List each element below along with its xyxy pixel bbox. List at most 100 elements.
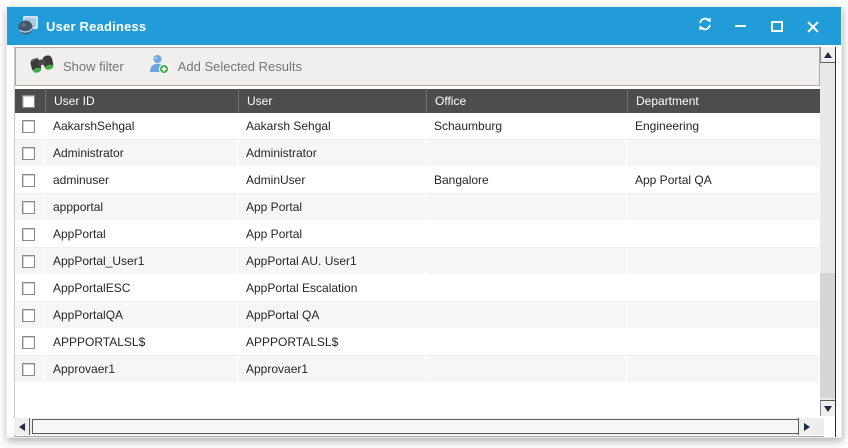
maximize-icon (771, 21, 783, 32)
scroll-up-button[interactable] (820, 47, 835, 63)
header-checkbox-cell (15, 89, 45, 113)
row-checkbox-cell (15, 113, 45, 139)
cell-user-id: AppPortalQA (45, 302, 238, 328)
refresh-icon (697, 16, 713, 37)
table-row[interactable]: AppPortalESCAppPortal Escalation (15, 275, 820, 302)
cell-office (426, 248, 627, 274)
row-checkbox-cell (15, 329, 45, 355)
arrow-left-icon (19, 423, 25, 431)
cell-department (627, 140, 820, 166)
content-frame-left-border (14, 47, 15, 437)
cell-user-id: AppPortal (45, 221, 238, 247)
cell-office: Schaumburg (426, 113, 627, 139)
table-row[interactable]: AakarshSehgalAakarsh SehgalSchaumburgEng… (15, 113, 820, 140)
column-header-user[interactable]: User (238, 89, 426, 113)
vertical-scrollbar[interactable] (820, 47, 835, 416)
table-row[interactable]: AppPortalQAAppPortal QA (15, 302, 820, 329)
add-selected-results-label: Add Selected Results (178, 59, 302, 74)
cell-user: AdminUser (238, 167, 426, 193)
refresh-button[interactable] (696, 18, 713, 35)
row-checkbox[interactable] (22, 282, 35, 295)
cell-office (426, 194, 627, 220)
cell-department (627, 248, 820, 274)
add-selected-results-button[interactable]: Add Selected Results (148, 53, 302, 80)
scroll-right-button[interactable] (798, 418, 814, 435)
column-header-user-id[interactable]: User ID (45, 89, 238, 113)
table-body: AakarshSehgalAakarsh SehgalSchaumburgEng… (15, 113, 820, 383)
row-checkbox-cell (15, 167, 45, 193)
cell-user-id: AakarshSehgal (45, 113, 238, 139)
cell-user: Administrator (238, 140, 426, 166)
arrow-up-icon (824, 52, 832, 58)
table-row[interactable]: adminuserAdminUserBangaloreApp Portal QA (15, 167, 820, 194)
scroll-left-button[interactable] (14, 418, 30, 435)
content-frame-bottom-border (14, 436, 824, 437)
table-row[interactable]: appportalApp Portal (15, 194, 820, 221)
cell-user: Aakarsh Sehgal (238, 113, 426, 139)
close-button[interactable] (804, 18, 821, 35)
row-checkbox-cell (15, 302, 45, 328)
cell-department (627, 302, 820, 328)
vertical-scrollbar-thumb[interactable] (820, 273, 835, 398)
row-checkbox-cell (15, 221, 45, 247)
row-checkbox-cell (15, 248, 45, 274)
row-checkbox[interactable] (22, 147, 35, 160)
row-checkbox[interactable] (22, 120, 35, 133)
cell-user: App Portal (238, 221, 426, 247)
row-checkbox[interactable] (22, 174, 35, 187)
horizontal-scrollbar-thumb[interactable] (32, 419, 806, 434)
cell-office (426, 329, 627, 355)
content-frame-right-border (835, 47, 836, 437)
cell-user: AppPortal AU. User1 (238, 248, 426, 274)
cell-department: App Portal QA (627, 167, 820, 193)
cell-user: APPPORTALSL$ (238, 329, 426, 355)
show-filter-button[interactable]: Show filter (29, 53, 124, 80)
cell-user-id: adminuser (45, 167, 238, 193)
row-checkbox[interactable] (22, 255, 35, 268)
table-row[interactable]: AppPortal_User1AppPortal AU. User1 (15, 248, 820, 275)
scroll-down-button[interactable] (820, 400, 835, 416)
cell-user: AppPortal Escalation (238, 275, 426, 301)
cell-department (627, 194, 820, 220)
row-checkbox-cell (15, 275, 45, 301)
cell-user: Approvaer1 (238, 356, 426, 382)
cell-department (627, 356, 820, 382)
cell-office: Bangalore (426, 167, 627, 193)
column-header-department[interactable]: Department (627, 89, 820, 113)
table-row[interactable]: AppPortalApp Portal (15, 221, 820, 248)
cell-user-id: AppPortal_User1 (45, 248, 238, 274)
cell-user-id: APPPORTALSL$ (45, 329, 238, 355)
window-title: User Readiness (46, 19, 146, 34)
minimize-button[interactable] (732, 18, 749, 35)
cell-department (627, 221, 820, 247)
maximize-button[interactable] (768, 18, 785, 35)
row-checkbox[interactable] (22, 336, 35, 349)
select-all-checkbox[interactable] (22, 95, 35, 108)
app-window-icon (16, 15, 40, 37)
user-readiness-window: User Readiness (6, 6, 842, 438)
row-checkbox-cell (15, 140, 45, 166)
cell-department (627, 329, 820, 355)
cell-office (426, 275, 627, 301)
minimize-icon (735, 25, 746, 27)
table-row[interactable]: Approvaer1Approvaer1 (15, 356, 820, 383)
titlebar: User Readiness (7, 7, 841, 45)
cell-office (426, 302, 627, 328)
close-icon (806, 20, 819, 33)
table-row[interactable]: APPPORTALSL$APPPORTALSL$ (15, 329, 820, 356)
cell-office (426, 356, 627, 382)
cell-department: Engineering (627, 113, 820, 139)
row-checkbox[interactable] (22, 363, 35, 376)
row-checkbox[interactable] (22, 309, 35, 322)
arrow-down-icon (824, 406, 832, 412)
row-checkbox[interactable] (22, 228, 35, 241)
horizontal-scrollbar[interactable] (14, 418, 824, 435)
row-checkbox[interactable] (22, 201, 35, 214)
window-controls (696, 18, 841, 35)
row-checkbox-cell (15, 194, 45, 220)
cell-user: AppPortal QA (238, 302, 426, 328)
column-header-office[interactable]: Office (426, 89, 627, 113)
show-filter-label: Show filter (63, 59, 124, 74)
toolbar: Show filter Add Selected Results (15, 47, 820, 86)
table-row[interactable]: AdministratorAdministrator (15, 140, 820, 167)
